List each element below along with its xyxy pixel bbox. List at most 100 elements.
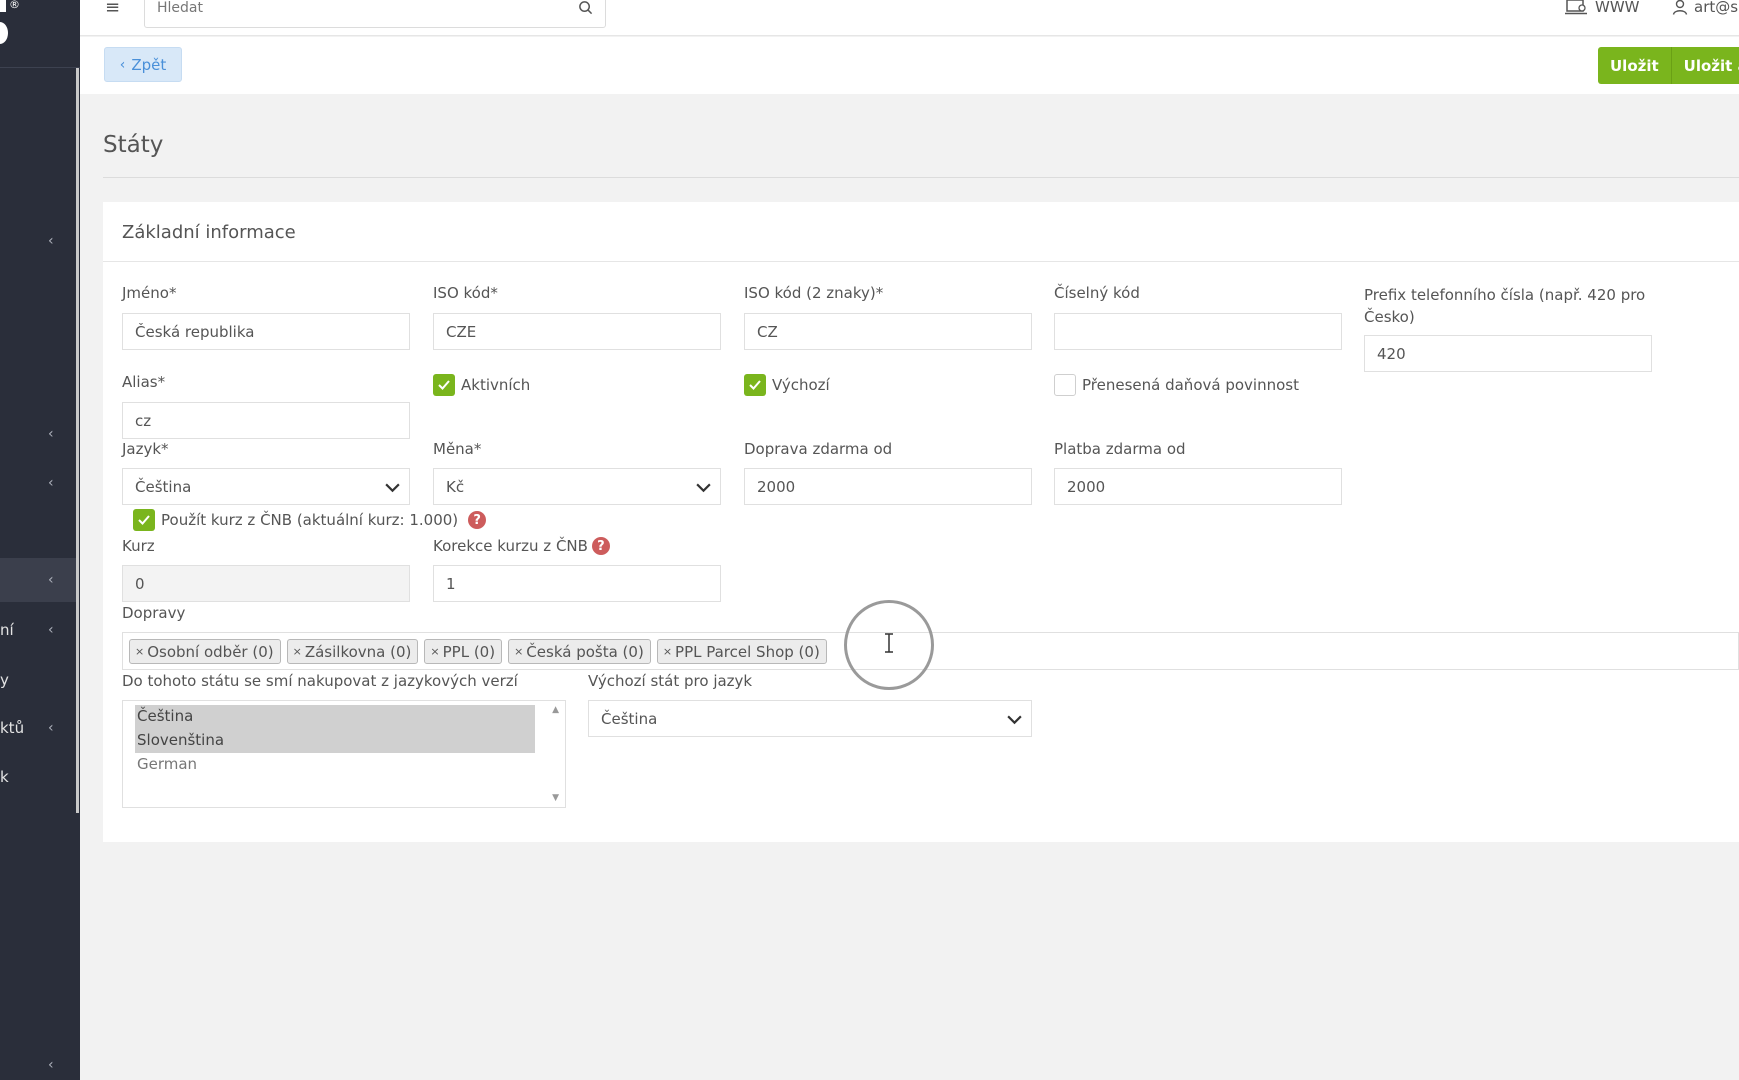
topbar: ≡ WWW art@s (80, 0, 1739, 36)
iso2-label: ISO kód (2 znaky)* (744, 284, 884, 302)
free-shipping-field[interactable] (744, 468, 1032, 505)
search-input[interactable] (157, 0, 557, 19)
rate-field[interactable] (122, 565, 410, 602)
list-item[interactable]: Čeština (135, 705, 535, 729)
shipping-label: Dopravy (122, 604, 186, 622)
currency-select[interactable]: Kč (433, 468, 721, 505)
default-label: Výchozí (772, 376, 830, 394)
checkbox-checked-icon (133, 509, 155, 531)
checkbox-checked-icon (433, 374, 455, 396)
rate-correction-label: Korekce kurzu z ČNB (433, 537, 588, 555)
www-link[interactable]: WWW (1565, 0, 1640, 16)
default-country-label: Výchozí stát pro jazyk (588, 672, 753, 690)
active-checkbox[interactable]: Aktivních (433, 374, 530, 396)
reverse-charge-checkbox[interactable]: Přenesená daňová povinnost (1054, 374, 1299, 396)
registered-icon: ® (9, 0, 20, 11)
save-button[interactable]: Uložit (1598, 47, 1671, 84)
sidebar-item-8[interactable]: ‹ (0, 1043, 76, 1080)
language-value: Čeština (135, 477, 192, 496)
sidebar-item-6[interactable]: ktů ‹ (0, 706, 76, 750)
chevron-left-icon: ‹ (48, 233, 54, 249)
chevron-left-icon: ‹ (48, 572, 54, 588)
reverse-charge-label: Přenesená daňová povinnost (1082, 376, 1299, 394)
free-payment-label: Platba zdarma od (1054, 440, 1186, 458)
shipping-tag: × Česká pošta (0) (508, 639, 651, 664)
checkbox-unchecked-icon (1054, 374, 1076, 396)
chevron-left-icon: ‹ (48, 475, 54, 491)
chevron-down-icon (696, 483, 711, 493)
shipping-tags: × Osobní odběr (0) × Zásilkovna (0) × PPL (… (129, 639, 827, 664)
active-label: Aktivních (461, 376, 531, 394)
language-label: Jazyk* (122, 440, 169, 458)
sidebar-item-4[interactable]: ní ‹ (0, 608, 76, 652)
search-icon[interactable] (578, 0, 593, 15)
lang-versions-label: Do tohoto státu se smí nakupovat z jazyk… (122, 672, 518, 690)
alias-field[interactable] (122, 402, 410, 439)
shipping-tag: × Osobní odběr (0) (129, 639, 281, 664)
phone-prefix-label: Prefix telefonního čísla (např. 420 pro … (1364, 286, 1646, 326)
sidebar-item-1[interactable]: ‹ (0, 412, 76, 456)
monitor-icon (1565, 0, 1587, 15)
help-icon[interactable]: ? (468, 511, 487, 529)
user-menu[interactable]: art@s (1672, 0, 1738, 16)
www-label: WWW (1595, 0, 1640, 16)
sidebar-item-label: ktů (0, 719, 25, 737)
lang-versions-listbox[interactable]: Čeština Slovenština German ▲ ▼ (122, 700, 566, 808)
shipping-tag: × PPL (0) (424, 639, 503, 664)
sidebar-item-5[interactable]: y (0, 658, 76, 702)
remove-tag-icon[interactable]: × (293, 645, 302, 658)
phone-prefix-field[interactable] (1364, 335, 1652, 372)
action-bar: ‹ Zpět Uložit Uložit a z (80, 37, 1739, 94)
logo-dot (0, 22, 8, 44)
iso2-field[interactable] (744, 313, 1032, 350)
name-field[interactable] (122, 313, 410, 350)
basic-info-card: Základní informace Jméno* ISO kód* ISO k… (103, 202, 1739, 842)
save-button-group: Uložit Uložit a z (1598, 47, 1739, 84)
list-item[interactable]: Slovenština (135, 729, 535, 753)
back-button-label: Zpět (131, 55, 167, 74)
sidebar-item-3[interactable]: ‹ (0, 558, 76, 602)
sidebar-divider (0, 67, 80, 68)
default-country-select[interactable]: Čeština (588, 700, 1032, 737)
user-label: art@s (1694, 0, 1739, 16)
card-title: Základní informace (122, 222, 296, 243)
scroll-up-icon[interactable]: ▲ (552, 705, 559, 715)
remove-tag-icon[interactable]: × (135, 645, 144, 658)
language-select[interactable]: Čeština (122, 468, 410, 505)
search-box (144, 0, 606, 28)
rate-correction-label-row: Korekce kurzu z ČNB ? (433, 537, 610, 555)
free-payment-field[interactable] (1054, 468, 1342, 505)
shipping-tag: × PPL Parcel Shop (0) (656, 639, 827, 664)
page-title: Státy (103, 132, 164, 158)
chevron-down-icon (1007, 715, 1022, 725)
remove-tag-icon[interactable]: × (514, 645, 523, 658)
sidebar-item-label: y (0, 671, 9, 689)
hamburger-menu-icon[interactable]: ≡ (105, 0, 120, 17)
shipping-tag: × Zásilkovna (0) (286, 639, 419, 664)
sidebar-scrollbar[interactable] (76, 68, 79, 813)
sidebar-item-2[interactable]: ‹ (0, 461, 76, 505)
sidebar-item-7[interactable]: k (0, 755, 76, 799)
remove-tag-icon[interactable]: × (663, 645, 672, 658)
sidebar: ® ‹ ‹ ‹ ‹ ní ‹ y ktů ‹ k ‹ (0, 0, 80, 1080)
scroll-down-icon[interactable]: ▼ (552, 793, 559, 803)
user-icon (1672, 0, 1688, 15)
default-checkbox[interactable]: Výchozí (744, 374, 830, 396)
logo-mark (0, 0, 6, 12)
remove-tag-icon[interactable]: × (430, 645, 439, 658)
sidebar-item-0[interactable]: ‹ (0, 219, 76, 263)
help-icon[interactable]: ? (591, 537, 610, 555)
back-button[interactable]: ‹ Zpět (104, 47, 182, 82)
numeric-code-field[interactable] (1054, 313, 1342, 350)
chevron-left-icon: ‹ (48, 622, 54, 638)
currency-value: Kč (446, 477, 465, 496)
list-item[interactable]: German (135, 753, 535, 777)
save-and-close-button[interactable]: Uložit a z (1670, 47, 1739, 84)
default-country-value: Čeština (601, 709, 658, 728)
sidebar-item-label: k (0, 768, 9, 786)
title-divider (103, 177, 1739, 178)
cnb-rate-checkbox[interactable]: Použít kurz z ČNB (aktuální kurz: 1.000)… (133, 509, 487, 531)
rate-correction-field[interactable] (433, 565, 721, 602)
iso-field[interactable] (433, 313, 721, 350)
iso-label: ISO kód* (433, 284, 498, 302)
